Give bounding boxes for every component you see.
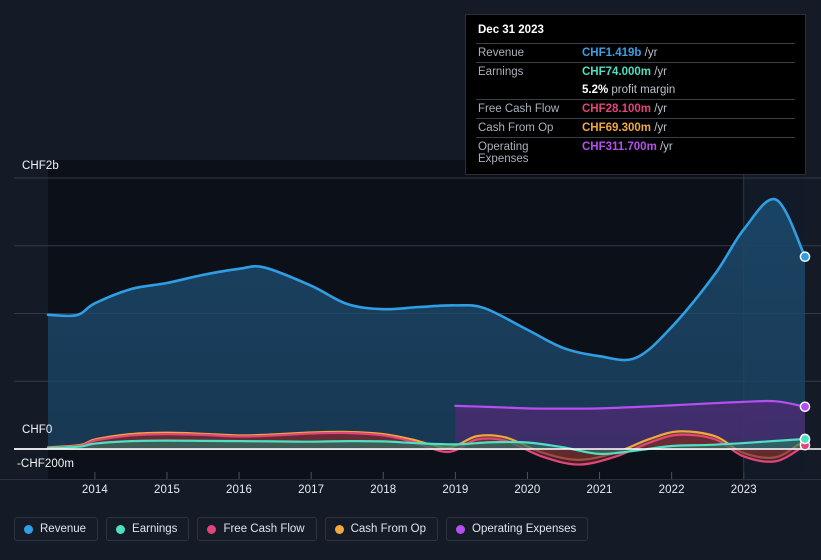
tooltip-row: 5.2% profit margin: [476, 81, 795, 100]
tooltip-row-label: Earnings: [476, 62, 582, 81]
legend-color-dot-icon: [24, 524, 33, 534]
x-axis-tick-2015: 2015: [153, 484, 180, 496]
y-axis-label-zero: CHF0: [22, 424, 53, 436]
y-axis-label-bottom: -CHF200m: [17, 458, 75, 470]
legend-item-revenue[interactable]: Revenue: [14, 517, 99, 541]
legend-item-cash-from-op[interactable]: Cash From Op: [324, 517, 439, 541]
x-axis-tick-2017: 2017: [298, 484, 325, 496]
x-axis-tick-2023: 2023: [730, 484, 757, 496]
tooltip-row: Cash From Op CHF69.300m /yr: [476, 118, 795, 138]
legend-item-label: Earnings: [132, 523, 178, 535]
chart-page: CHF2b CHF0 -CHF200m 2014 2015 2016 2017 2018…: [0, 0, 821, 560]
x-axis-tick-2014: 2014: [81, 484, 108, 496]
end-marker-operating-expenses: [799, 401, 811, 413]
tooltip-row-label: [476, 81, 582, 100]
x-axis-tick-2016: 2016: [226, 484, 253, 496]
legend-item-free-cash-flow[interactable]: Free Cash Flow: [197, 517, 317, 541]
tooltip-row-value: CHF69.300m /yr: [582, 118, 795, 138]
tooltip-row-label: Revenue: [476, 43, 582, 63]
legend-color-dot-icon: [116, 524, 126, 534]
x-axis-tick-2021: 2021: [586, 484, 613, 496]
tooltip-date: Dec 31 2023: [478, 24, 544, 36]
legend-item-label: Operating Expenses: [472, 523, 577, 535]
tooltip-row: Operating Expenses CHF311.700m /yr: [476, 137, 795, 168]
tooltip-table: Revenue CHF1.419b /yr Earnings CHF74.000m /…: [476, 43, 795, 168]
legend-item-earnings[interactable]: Earnings: [106, 517, 190, 541]
tooltip-row-value: 5.2% profit margin: [582, 84, 676, 96]
tooltip-row-label: Free Cash Flow: [476, 99, 582, 119]
chart-legend[interactable]: Revenue Earnings Free Cash Flow Cash From O…: [14, 517, 589, 541]
tooltip-row-value: CHF74.000m /yr: [582, 62, 795, 81]
data-tooltip: Dec 31 2023 Revenue CHF1.419b /yr Earnings…: [465, 14, 806, 175]
tooltip-row: Revenue CHF1.419b /yr: [476, 43, 795, 63]
legend-item-label: Free Cash Flow: [223, 523, 305, 535]
legend-item-operating-expenses[interactable]: Operating Expenses: [446, 517, 589, 541]
tooltip-row-value: CHF311.700m /yr: [582, 137, 795, 168]
x-axis-tick-2022: 2022: [658, 484, 685, 496]
y-axis-label-top: CHF2b: [22, 160, 59, 172]
x-axis-tick-2019: 2019: [442, 484, 469, 496]
legend-color-dot-icon: [456, 524, 466, 534]
tooltip-row-label: Cash From Op: [476, 118, 582, 138]
legend-color-dot-icon: [207, 524, 217, 534]
legend-color-dot-icon: [334, 524, 344, 534]
tooltip-row-value: CHF1.419b /yr: [582, 43, 795, 63]
legend-item-label: Revenue: [40, 523, 87, 535]
end-marker-revenue: [799, 251, 811, 263]
tooltip-row: Earnings CHF74.000m /yr: [476, 62, 795, 81]
tooltip-row: Free Cash Flow CHF28.100m /yr: [476, 99, 795, 119]
end-marker-earnings: [799, 433, 811, 445]
legend-item-label: Cash From Op: [350, 523, 427, 535]
x-axis-tick-2018: 2018: [370, 484, 397, 496]
tooltip-row-label: Operating Expenses: [476, 137, 582, 168]
tooltip-row-value: CHF28.100m /yr: [582, 99, 795, 119]
x-axis-tick-2020: 2020: [514, 484, 541, 496]
